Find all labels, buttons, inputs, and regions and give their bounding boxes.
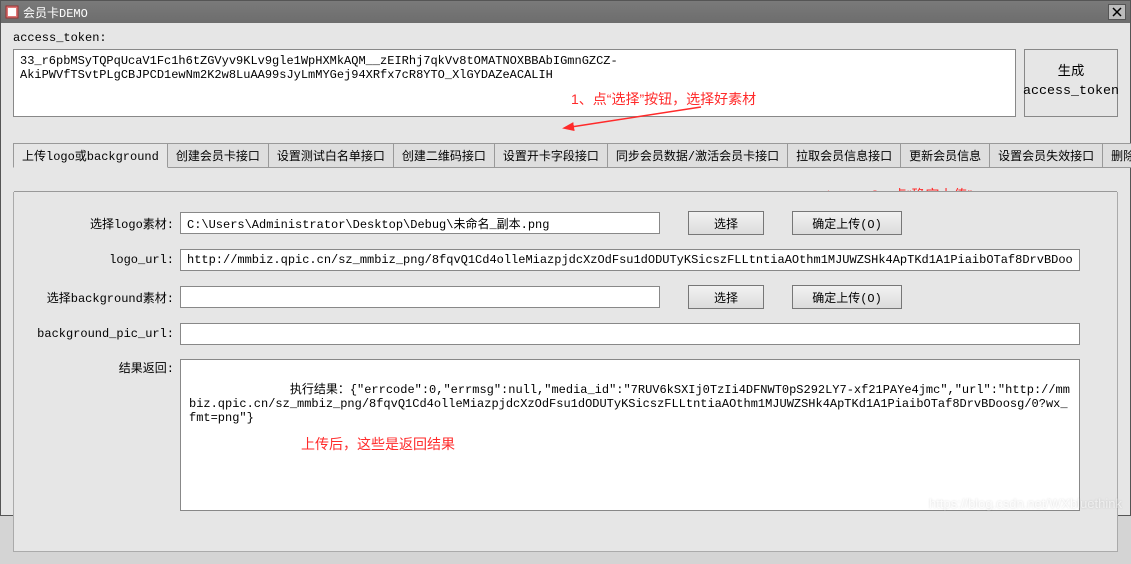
- app-icon: [5, 5, 19, 19]
- tab-panel: 选择logo素材: 选择 确定上传(O) logo_url: 选: [14, 193, 1117, 537]
- tabstrip: 上传logo或background 创建会员卡接口 设置测试白名单接口 创建二维…: [13, 143, 1118, 168]
- titlebar: 会员卡DEMO: [1, 1, 1130, 23]
- logo-url-label: logo_url:: [26, 253, 180, 267]
- bg-path-input[interactable]: [180, 286, 660, 308]
- watermark: https://blog.csdn.net/WXbluethink: [929, 496, 1122, 511]
- bg-url-label: background_pic_url:: [26, 327, 180, 341]
- logo-path-input[interactable]: [180, 212, 660, 234]
- tab-set-card-fields[interactable]: 设置开卡字段接口: [494, 143, 608, 168]
- logo-select-button[interactable]: 选择: [688, 211, 764, 235]
- tab-set-test-whitelist[interactable]: 设置测试白名单接口: [268, 143, 394, 168]
- tab-upload-logo-background[interactable]: 上传logo或background: [13, 143, 168, 168]
- access-token-input[interactable]: 33_r6pbMSyTQPqUcaV1Fc1h6tZGVyv9KLv9gle1W…: [13, 49, 1016, 117]
- tab-fetch-member-info[interactable]: 拉取会员信息接口: [787, 143, 901, 168]
- window-title: 会员卡DEMO: [23, 4, 88, 21]
- generate-access-token-button[interactable]: 生成 access_token: [1024, 49, 1118, 117]
- bg-upload-button[interactable]: 确定上传(O): [792, 285, 902, 309]
- tab-sync-activate[interactable]: 同步会员数据/激活会员卡接口: [607, 143, 788, 168]
- result-text: 执行结果：{"errcode":0,"errmsg":null,"media_i…: [189, 383, 1070, 425]
- generate-line2: access_token: [1023, 83, 1119, 102]
- bg-select-button[interactable]: 选择: [688, 285, 764, 309]
- logo-url-input[interactable]: [180, 249, 1080, 271]
- logo-select-label: 选择logo素材:: [26, 215, 180, 232]
- result-textarea[interactable]: 执行结果：{"errcode":0,"errmsg":null,"media_i…: [180, 359, 1080, 511]
- result-label: 结果返回:: [26, 359, 180, 376]
- bg-url-input[interactable]: [180, 323, 1080, 345]
- bg-select-label: 选择background素材:: [26, 289, 180, 306]
- access-token-label: access_token:: [13, 31, 103, 45]
- close-button[interactable]: [1108, 4, 1126, 20]
- tab-create-qrcode[interactable]: 创建二维码接口: [393, 143, 495, 168]
- annotation-3: 上传后，这些是返回结果: [301, 434, 455, 454]
- app-window: 会员卡DEMO access_token: 33_r6pbMSyTQPqUcaV…: [0, 0, 1131, 516]
- tab-delete-member-card[interactable]: 删除会员卡: [1102, 143, 1131, 168]
- tab-update-member-info[interactable]: 更新会员信息: [900, 143, 990, 168]
- tab-set-member-invalid[interactable]: 设置会员失效接口: [989, 143, 1103, 168]
- tab-create-member-card[interactable]: 创建会员卡接口: [167, 143, 269, 168]
- logo-upload-button[interactable]: 确定上传(O): [792, 211, 902, 235]
- generate-line1: 生成: [1058, 64, 1085, 83]
